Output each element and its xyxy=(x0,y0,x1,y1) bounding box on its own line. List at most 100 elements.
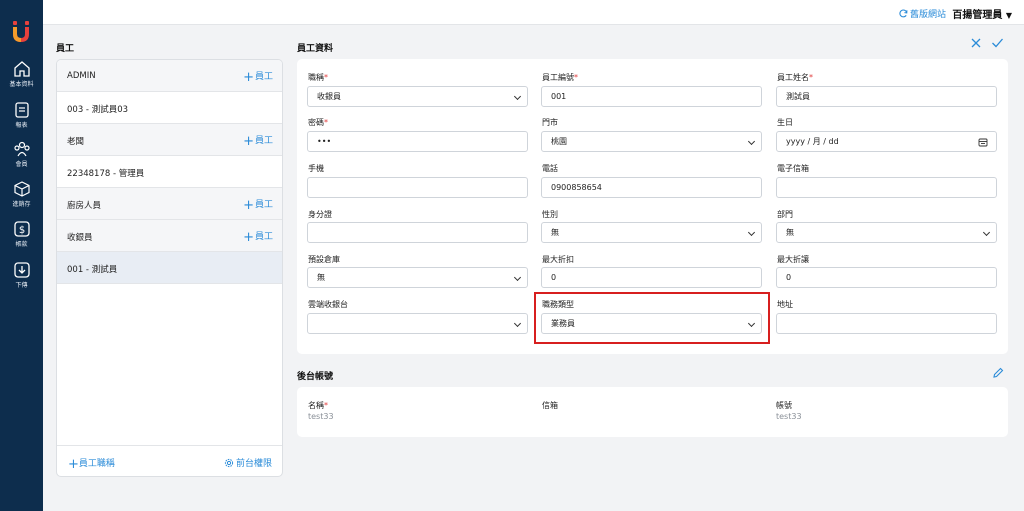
add-job-title-button[interactable]: +員工職稱 xyxy=(68,456,115,472)
dollar-icon: $ xyxy=(13,221,30,237)
gender-select[interactable]: 無 xyxy=(541,222,762,243)
employee-group-cashier[interactable]: 收銀員 +員工 xyxy=(57,220,282,252)
add-employee-label: 員工 xyxy=(254,232,273,242)
old-site-link[interactable]: 舊版網站 xyxy=(899,7,946,20)
chevron-down-icon xyxy=(982,228,991,237)
nav-item-label: 會員 xyxy=(15,161,28,168)
front-permission-label: 前台權限 xyxy=(235,459,272,469)
caret-down-icon: ▼ xyxy=(1005,11,1012,20)
nav-item-label: 帳款 xyxy=(15,241,28,248)
nav-item-download[interactable]: 下傳 xyxy=(0,261,43,295)
employee-group-admin[interactable]: ADMIN +員工 xyxy=(57,60,282,92)
edit-pencil-icon[interactable] xyxy=(992,367,1004,382)
store-select[interactable]: 桃園 xyxy=(541,131,762,152)
employee-row-label: 老闆 xyxy=(67,137,85,147)
chevron-down-icon xyxy=(513,319,522,328)
department-select[interactable]: 無 xyxy=(776,222,997,243)
chevron-down-icon xyxy=(747,228,756,237)
phone-label: 電話 xyxy=(542,164,558,173)
front-permission-button[interactable]: 前台權限 xyxy=(224,456,272,469)
employee-list-title: 員工 xyxy=(56,44,75,54)
app-logo-icon xyxy=(10,20,32,44)
chevron-down-icon xyxy=(513,92,522,101)
employee-name-input[interactable]: 測試員 xyxy=(776,86,997,107)
add-employee-button[interactable]: +員工 xyxy=(243,69,273,85)
add-employee-button[interactable]: +員工 xyxy=(243,197,273,213)
nav-item-label: 基本資料 xyxy=(9,81,34,88)
phone-input[interactable]: 0900858654 xyxy=(541,177,762,198)
mobile-input[interactable] xyxy=(307,177,528,198)
plus-icon: + xyxy=(243,134,254,149)
employee-no-input[interactable]: 001 xyxy=(541,86,762,107)
employee-no-label: 員工編號* xyxy=(542,73,578,82)
employee-item[interactable]: 22348178 - 管理員 xyxy=(57,156,282,188)
employee-item-selected[interactable]: 001 - 測試員 xyxy=(57,252,282,284)
job-title-select[interactable]: 收銀員 xyxy=(307,86,528,107)
employee-group-boss[interactable]: 老闆 +員工 xyxy=(57,124,282,156)
add-employee-label: 員工 xyxy=(254,136,273,146)
close-icon[interactable] xyxy=(970,37,982,52)
max-discount-label: 最大折扣 xyxy=(542,255,574,264)
account-email-label: 信箱 xyxy=(542,401,558,410)
nav-item-label: 報表 xyxy=(15,122,28,129)
svg-text:$: $ xyxy=(18,225,24,236)
address-label: 地址 xyxy=(777,300,793,309)
birthday-date-input[interactable]: yyyy / 月 / dd xyxy=(776,131,997,152)
nav-item-members[interactable]: 會員 xyxy=(0,140,43,174)
nav-item-payments[interactable]: $ 帳款 xyxy=(0,220,43,254)
add-employee-label: 員工 xyxy=(254,72,273,82)
employee-list-panel: ADMIN +員工 003 - 測試員03 老闆 +員工 22348178 - … xyxy=(56,59,283,477)
nav-item-inventory[interactable]: 進銷存 xyxy=(0,180,43,214)
add-job-title-label: 員工職稱 xyxy=(78,459,115,469)
job-type-highlight xyxy=(534,292,770,344)
nav-item-label: 下傳 xyxy=(15,282,28,289)
refresh-icon xyxy=(899,9,908,18)
home-icon xyxy=(13,61,30,77)
employee-item[interactable]: 003 - 測試員03 xyxy=(57,92,282,124)
plus-icon: + xyxy=(243,198,254,213)
employee-name-label: 員工姓名* xyxy=(777,73,813,82)
plus-icon: + xyxy=(68,457,79,472)
account-id-label: 帳號 xyxy=(776,401,792,410)
id-no-label: 身分證 xyxy=(308,210,332,219)
max-allowance-input[interactable]: 0 xyxy=(776,267,997,288)
members-icon xyxy=(13,141,30,157)
warehouse-select[interactable]: 無 xyxy=(307,267,528,288)
report-icon xyxy=(14,102,29,118)
backend-account-panel: 名稱* test33 信箱 帳號 test33 xyxy=(297,387,1008,437)
inventory-box-icon xyxy=(13,181,30,197)
download-icon xyxy=(13,262,30,278)
employee-row-label: 廚房人員 xyxy=(67,201,102,211)
max-discount-input[interactable]: 0 xyxy=(541,267,762,288)
password-label: 密碼* xyxy=(308,118,328,127)
calendar-icon[interactable] xyxy=(978,137,988,147)
left-nav: 基本資料 報表 會員 進銷存 $ 帳款 下傳 xyxy=(0,0,43,511)
job-title-label: 職稱* xyxy=(308,73,328,82)
store-label: 門市 xyxy=(542,118,558,127)
nav-item-basic[interactable]: 基本資料 xyxy=(0,60,43,94)
gear-icon xyxy=(224,458,234,468)
add-employee-button[interactable]: +員工 xyxy=(243,229,273,245)
employee-row-label: 003 - 測試員03 xyxy=(67,105,129,115)
birthday-label: 生日 xyxy=(777,118,793,127)
add-employee-button[interactable]: +員工 xyxy=(243,133,273,149)
old-site-label: 舊版網站 xyxy=(909,10,946,20)
save-check-icon[interactable] xyxy=(991,37,1004,52)
employee-row-label: 001 - 測試員 xyxy=(67,265,118,275)
cloud-pos-select[interactable] xyxy=(307,313,528,334)
email-label: 電子信箱 xyxy=(777,164,809,173)
password-input[interactable]: ••• xyxy=(307,131,528,152)
employee-group-kitchen[interactable]: 廚房人員 +員工 xyxy=(57,188,282,220)
email-input[interactable] xyxy=(776,177,997,198)
gender-label: 性別 xyxy=(542,210,558,219)
id-no-input[interactable] xyxy=(307,222,528,243)
account-id-value: test33 xyxy=(776,412,802,421)
user-name: 百揚管理員 xyxy=(952,10,1003,21)
address-input[interactable] xyxy=(776,313,997,334)
nav-item-report[interactable]: 報表 xyxy=(0,101,43,135)
account-name-value: test33 xyxy=(308,412,334,421)
user-menu[interactable]: 百揚管理員 ▼ xyxy=(952,6,1012,21)
cloud-pos-label: 雲端收銀台 xyxy=(308,300,348,309)
employee-list-footer: +員工職稱 前台權限 xyxy=(57,445,282,476)
department-label: 部門 xyxy=(777,210,793,219)
